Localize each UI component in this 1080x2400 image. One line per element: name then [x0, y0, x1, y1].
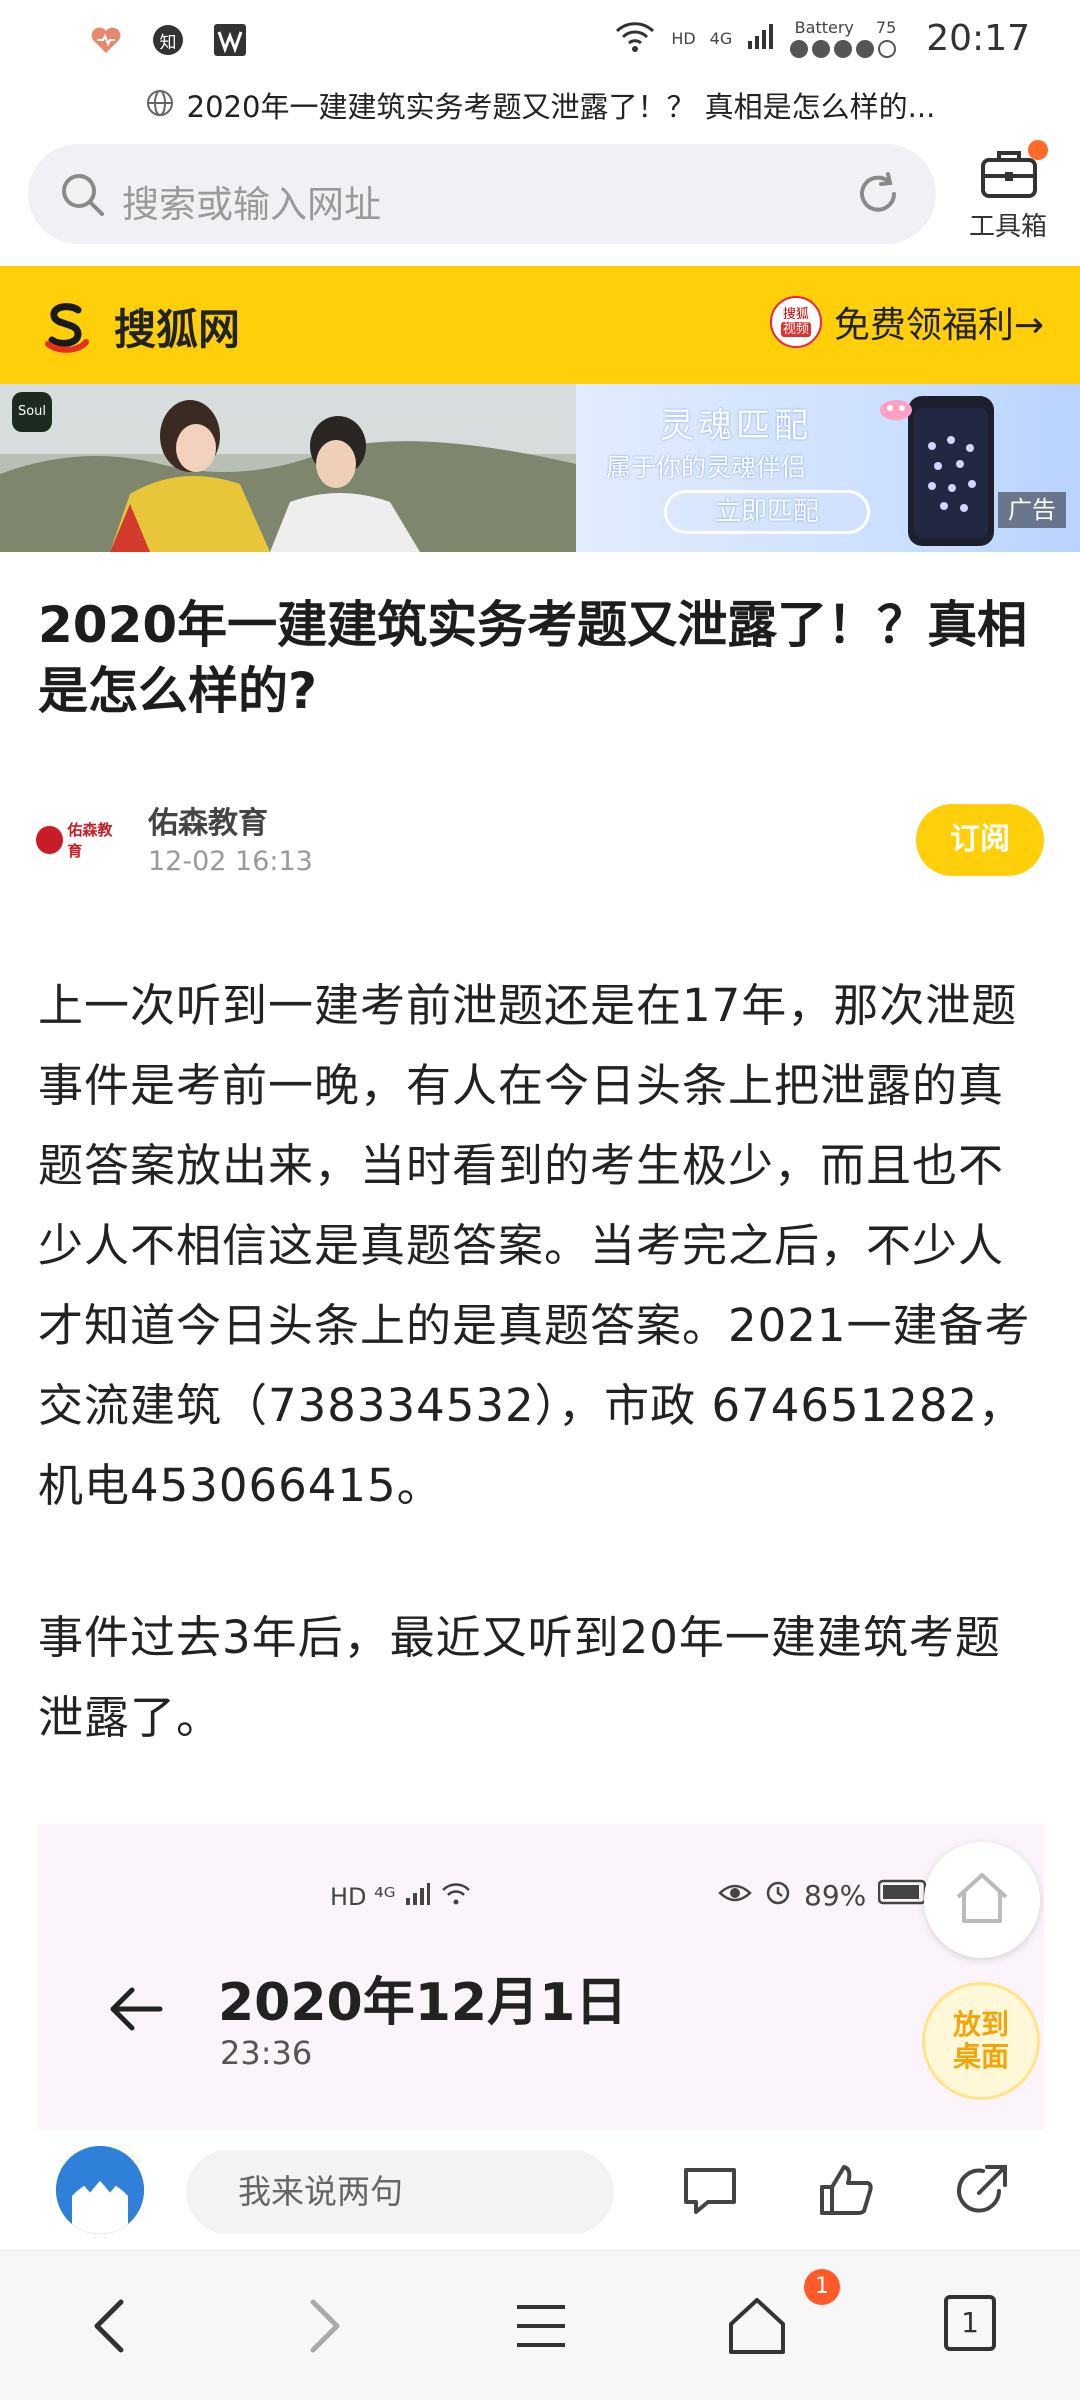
sohu-video-badge: 搜狐 视频 [769, 296, 822, 348]
page-title-text: 2020年一建建筑实务考题又泄露了！？ 真相是怎么样的... [186, 90, 936, 124]
article-title: 2020年一建建筑实务考题又泄露了！？真相是怎么样的? [38, 596, 1028, 720]
badge-bottom-text: 视频 [780, 322, 811, 337]
benefit-label: 免费领福利→ [833, 305, 1044, 346]
author-logo-icon [36, 826, 64, 854]
wps-icon [212, 22, 248, 58]
wifi-icon [613, 19, 657, 58]
comment-input[interactable]: 我来说两句 [186, 2150, 614, 2234]
page-url-title[interactable]: 2020年一建建筑实务考题又泄露了！？ 真相是怎么样的... [0, 80, 1080, 130]
comment-icon[interactable] [678, 2158, 742, 2222]
like-icon[interactable] [814, 2158, 878, 2222]
home-nav-icon[interactable] [722, 2291, 792, 2361]
back-icon[interactable] [74, 2291, 144, 2361]
ad-title: 灵魂匹配 [660, 406, 812, 446]
user-avatar[interactable] [56, 2146, 144, 2234]
network-type: 4G [709, 28, 733, 48]
embedded-status-right: 89% [718, 1878, 932, 1913]
site-header: 搜狐网 搜狐 视频 免费领福利→ [0, 266, 1080, 384]
home-notification-badge: 1 [804, 2269, 840, 2305]
ad-phone-image [908, 396, 994, 546]
publish-time: 12-02 16:13 [148, 846, 313, 877]
floating-home-button[interactable] [924, 1842, 1040, 1958]
forward-icon[interactable] [290, 2291, 360, 2361]
ad-decoration-icon [876, 392, 916, 426]
subscribe-button[interactable]: 订阅 [916, 804, 1044, 876]
battery-label: Battery [794, 17, 854, 37]
ad-photo: Soul [0, 384, 576, 552]
search-icon [58, 170, 108, 224]
article-paragraph: 上一次听到一建考前泄题还是在17年，那次泄题事件是考前一晚，有人在今日头条上把泄… [38, 979, 1031, 1512]
author-logo[interactable]: 佑森教育 [36, 815, 126, 865]
article-image[interactable]: HD ⁴ᴳ 89% 2020年12月1日 23:36 [38, 1824, 1044, 2130]
embedded-back-arrow-icon [108, 1984, 164, 2038]
toolbox-label: 工具箱 [968, 212, 1047, 242]
free-benefit-link[interactable]: 搜狐 视频 免费领福利→ [769, 296, 1044, 348]
add-to-desktop-button[interactable]: 放到 桌面 [922, 1982, 1040, 2100]
clock: 20:17 [926, 18, 1030, 59]
embedded-signal-icon [405, 1882, 431, 1912]
zhihu-icon: 知 [150, 22, 186, 58]
site-name[interactable]: 搜狐网 [114, 296, 240, 357]
tabs-count-button[interactable]: 1 [944, 2295, 996, 2351]
home-icon [953, 1871, 1011, 1929]
desktop-label-line1: 放到 [952, 2008, 1009, 2041]
share-icon[interactable] [950, 2158, 1014, 2222]
toolbox-icon [980, 146, 1038, 204]
menu-icon[interactable] [506, 2291, 576, 2361]
author-logo-text: 佑森教育 [67, 821, 113, 860]
embedded-date: 2020年12月1日 [218, 1973, 628, 2033]
signal-icon [746, 21, 776, 56]
search-bar[interactable]: 搜索或输入网址 [28, 144, 936, 244]
embedded-status-left: HD ⁴ᴳ [330, 1882, 471, 1912]
ad-subtitle: 属于你的灵魂伴侣 [606, 453, 807, 482]
ad-label: 广告 [998, 492, 1066, 528]
hd-indicator: HD [671, 28, 696, 48]
embedded-network-text: HD ⁴ᴳ [330, 1883, 396, 1911]
author-name[interactable]: 佑森教育 [148, 798, 268, 842]
bottom-navigation: 1 1 [0, 2250, 1080, 2400]
ad-banner[interactable]: Soul 灵魂匹配 属于你的灵魂伴侣 立即匹配 广告 [0, 384, 1080, 552]
embedded-alarm-icon [764, 1878, 792, 1913]
toolbox-button[interactable]: 工具箱 [958, 140, 1058, 250]
article-paragraph: 事件过去3年后，最近又听到20年一建建筑考题泄露了。 [38, 1611, 1001, 1744]
globe-icon [145, 88, 175, 122]
battery-indicator: Battery 75 [790, 17, 897, 58]
badge-top-text: 搜狐 [782, 307, 809, 322]
soul-app-icon: Soul [12, 392, 52, 432]
embedded-battery-text: 89% [804, 1879, 867, 1912]
search-input[interactable]: 搜索或输入网址 [122, 174, 381, 228]
ad-cta-button[interactable]: 立即匹配 [664, 490, 870, 534]
embedded-wifi-icon [441, 1882, 471, 1912]
battery-dots [790, 39, 897, 58]
add-to-desktop-label: 放到 桌面 [953, 2009, 1009, 2073]
reload-icon[interactable] [852, 168, 904, 224]
desktop-label-line2: 桌面 [952, 2040, 1009, 2073]
status-bar: 知 HD 4G Battery 75 20:17 [0, 0, 1080, 86]
battery-level: 75 [875, 17, 897, 37]
heart-icon [88, 22, 124, 58]
embedded-eye-icon [718, 1879, 752, 1912]
zhihu-icon-text: 知 [153, 25, 183, 55]
embedded-time: 23:36 [220, 2034, 313, 2072]
comment-bar: 我来说两句 [0, 2130, 1080, 2250]
sohu-logo-icon[interactable] [38, 296, 96, 354]
